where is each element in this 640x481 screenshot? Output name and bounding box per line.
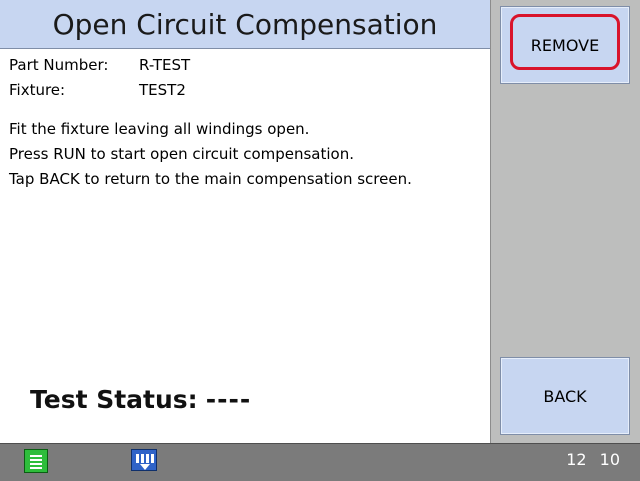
test-status: Test Status: ---- [30, 385, 251, 414]
test-status-label: Test Status: [30, 385, 198, 414]
status-footer [0, 443, 640, 481]
instructions: Fit the fixture leaving all windings ope… [9, 117, 412, 192]
main-panel: Open Circuit Compensation Part Number: R… [0, 0, 491, 443]
back-button[interactable]: BACK [500, 357, 630, 435]
instruction-line: Press RUN to start open circuit compensa… [9, 145, 354, 163]
test-status-value: ---- [205, 385, 252, 414]
clock-display: 12 10 [566, 450, 620, 469]
part-number-value: R-TEST [139, 56, 191, 74]
fixture-label: Fixture: [9, 81, 66, 99]
title-bar: Open Circuit Compensation [0, 0, 490, 49]
part-number-label: Part Number: [9, 56, 109, 74]
network-download-icon[interactable] [131, 449, 157, 471]
remove-button[interactable]: REMOVE [500, 6, 630, 84]
page-title: Open Circuit Compensation [52, 7, 438, 41]
back-button-label: BACK [543, 386, 587, 406]
fixture-value: TEST2 [139, 81, 186, 99]
instruction-line: Tap BACK to return to the main compensat… [9, 170, 412, 188]
list-icon[interactable] [24, 449, 48, 473]
remove-button-label: REMOVE [530, 35, 600, 55]
instruction-line: Fit the fixture leaving all windings ope… [9, 120, 310, 138]
side-panel: REMOVE BACK [491, 0, 640, 443]
